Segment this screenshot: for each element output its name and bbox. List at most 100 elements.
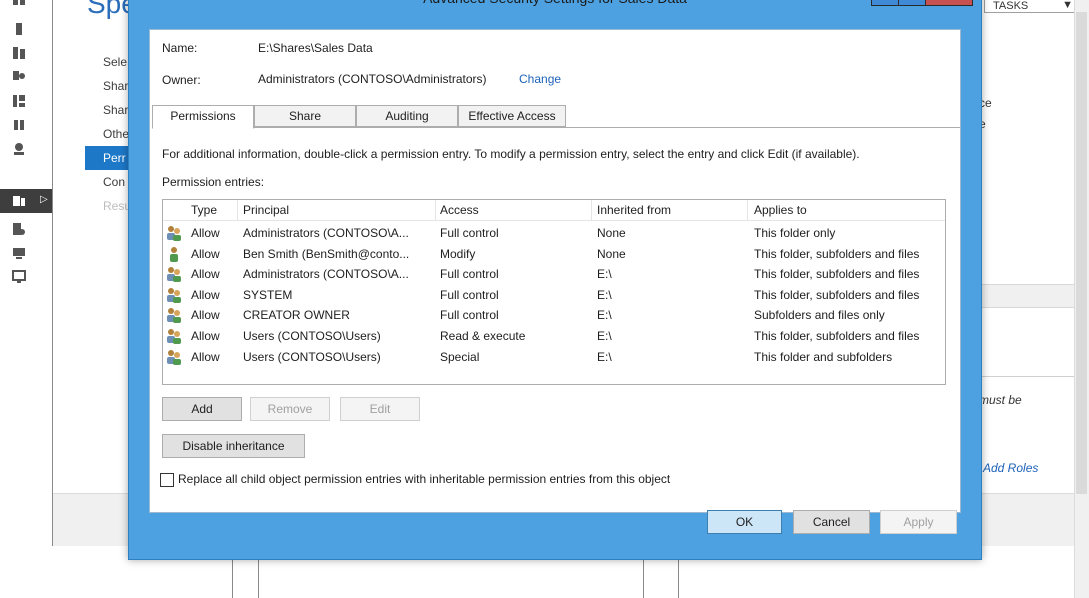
cell-access: Full control xyxy=(440,308,499,323)
iis-icon[interactable] xyxy=(12,222,26,236)
dashboard-icon[interactable] xyxy=(12,0,26,14)
hyper-v-icon[interactable] xyxy=(12,142,26,156)
cell-principal: Administrators (CONTOSO\A... xyxy=(243,226,409,240)
cell-applies: This folder, subfolders and files xyxy=(754,246,920,261)
ad-cs-icon[interactable] xyxy=(12,70,26,84)
permission-entries-list[interactable]: Type Principal Access Inherited from App… xyxy=(162,199,946,385)
cell-access: Read & execute xyxy=(440,329,526,343)
table-row[interactable]: Allow CREATOR OWNER Full control E:\ Subfold… xyxy=(163,305,945,325)
column-separator[interactable] xyxy=(591,200,592,220)
file-storage-icon xyxy=(13,196,25,206)
expand-arrow-icon[interactable]: ▷ xyxy=(40,194,48,205)
group-icon xyxy=(167,267,181,283)
apply-button[interactable]: Apply xyxy=(880,510,957,534)
cell-applies: This folder and subfolders xyxy=(754,349,893,364)
column-header-access[interactable]: Access xyxy=(436,203,479,217)
column-separator[interactable] xyxy=(237,200,238,220)
cell-principal: CREATOR OWNER xyxy=(243,308,350,323)
advanced-security-dialog: Advanced Security Settings for Sales Dat… xyxy=(128,0,982,560)
ad-ds-icon[interactable] xyxy=(12,94,26,108)
cell-type: Allow xyxy=(191,267,220,282)
cell-inherited: None xyxy=(597,246,626,261)
cell-type: Allow xyxy=(191,226,220,240)
cell-access: Modify xyxy=(440,246,476,261)
cell-access: Full control xyxy=(440,287,499,302)
cancel-button[interactable]: Cancel xyxy=(793,510,870,534)
table-row[interactable]: Allow Administrators (CONTOSO\A... Full co… xyxy=(163,264,945,284)
cell-principal: Users (CONTOSO\Users) xyxy=(243,329,381,343)
column-separator[interactable] xyxy=(747,200,748,220)
cell-principal: Administrators (CONTOSO\A... xyxy=(243,267,409,282)
change-owner-link[interactable]: Change xyxy=(519,72,561,86)
file-services-icon[interactable] xyxy=(12,118,26,132)
replace-child-permissions-label[interactable]: Replace all child object permission entr… xyxy=(178,472,670,486)
tab-share[interactable]: Share xyxy=(254,105,356,127)
cell-applies: This folder only xyxy=(754,226,836,240)
edit-button[interactable]: Edit xyxy=(340,397,420,421)
name-label: Name: xyxy=(162,41,198,55)
table-row[interactable]: Allow Users (CONTOSO\Users) Read & execute… xyxy=(163,326,945,346)
remote-access-icon[interactable] xyxy=(12,270,26,284)
disable-inheritance-button[interactable]: Disable inheritance xyxy=(162,434,305,458)
column-header-inherited-from[interactable]: Inherited from xyxy=(593,203,671,217)
rail-selected-item[interactable]: ▷ xyxy=(0,189,52,213)
cell-inherited: E:\ xyxy=(597,308,612,323)
add-roles-link[interactable]: Add Roles xyxy=(983,461,1038,475)
column-header-principal[interactable]: Principal xyxy=(239,203,289,217)
dialog-client-area: Name: E:\Shares\Sales Data Owner: Admini… xyxy=(149,29,961,534)
add-button[interactable]: Add xyxy=(162,397,242,421)
cell-principal: SYSTEM xyxy=(243,287,293,302)
tab-effective-access[interactable]: Effective Access xyxy=(458,105,566,127)
close-button[interactable] xyxy=(925,0,973,6)
all-servers-icon[interactable] xyxy=(12,46,26,60)
info-text: For additional information, double-click… xyxy=(162,147,860,161)
table-row[interactable]: Allow SYSTEM Full control E:\ This folder, s… xyxy=(163,285,945,305)
tab-permissions[interactable]: Permissions xyxy=(152,105,254,129)
cell-inherited: E:\ xyxy=(597,329,612,343)
table-row[interactable]: Allow Users (CONTOSO\Users) Special E:\ This… xyxy=(163,347,945,367)
cell-type: Allow xyxy=(191,287,220,302)
column-header-type[interactable]: Type xyxy=(187,203,217,217)
dialog-title: Advanced Security Settings for Sales Dat… xyxy=(129,0,981,15)
ok-button[interactable]: OK xyxy=(707,510,782,534)
tasks-dropdown[interactable]: TASKS ▼ xyxy=(984,0,1080,13)
group-icon xyxy=(167,308,181,324)
maximize-button[interactable] xyxy=(898,0,926,6)
column-header-applies-to[interactable]: Applies to xyxy=(750,203,807,217)
print-services-icon[interactable] xyxy=(12,246,26,260)
server-manager-rail: ▷ xyxy=(0,0,52,598)
scrollbar-thumb[interactable] xyxy=(1076,12,1087,494)
table-row[interactable]: Allow Administrators (CONTOSO\A... Full co… xyxy=(163,223,945,243)
tab-auditing[interactable]: Auditing xyxy=(356,105,458,127)
cell-access: Full control xyxy=(440,267,499,282)
right-panel-band xyxy=(979,284,1075,308)
cell-access: Special xyxy=(440,349,480,364)
permission-entries-label: Permission entries: xyxy=(162,175,265,189)
cell-inherited: None xyxy=(597,226,626,240)
table-row[interactable]: Allow Ben Smith (BenSmith@conto... Modify N… xyxy=(163,244,945,264)
cell-applies: This folder, subfolders and files xyxy=(754,329,920,343)
local-server-icon[interactable] xyxy=(12,22,26,36)
name-value: E:\Shares\Sales Data xyxy=(258,41,373,55)
chevron-down-icon: ▼ xyxy=(1062,0,1073,11)
group-icon xyxy=(167,349,181,365)
remove-button[interactable]: Remove xyxy=(250,397,330,421)
replace-child-permissions-checkbox[interactable] xyxy=(160,473,174,487)
tab-panel-border xyxy=(254,127,960,128)
cell-principal: Users (CONTOSO\Users) xyxy=(243,349,381,364)
user-icon xyxy=(170,246,178,262)
cell-access: Full control xyxy=(440,226,499,240)
cell-applies: Subfolders and files only xyxy=(754,308,885,323)
cell-applies: This folder, subfolders and files xyxy=(754,287,920,302)
cell-inherited: E:\ xyxy=(597,349,612,364)
cell-inherited: E:\ xyxy=(597,287,612,302)
minimize-button[interactable] xyxy=(871,0,899,6)
right-panel-note: must be xyxy=(979,393,1022,407)
cell-applies: This folder, subfolders and files xyxy=(754,267,920,282)
wizard-right-panel: ce e must be Add Roles xyxy=(978,16,1075,496)
cell-inherited: E:\ xyxy=(597,267,612,282)
cell-type: Allow xyxy=(191,308,220,323)
group-icon xyxy=(167,226,181,241)
cell-principal: Ben Smith (BenSmith@conto... xyxy=(243,246,410,261)
window-controls xyxy=(871,0,973,7)
